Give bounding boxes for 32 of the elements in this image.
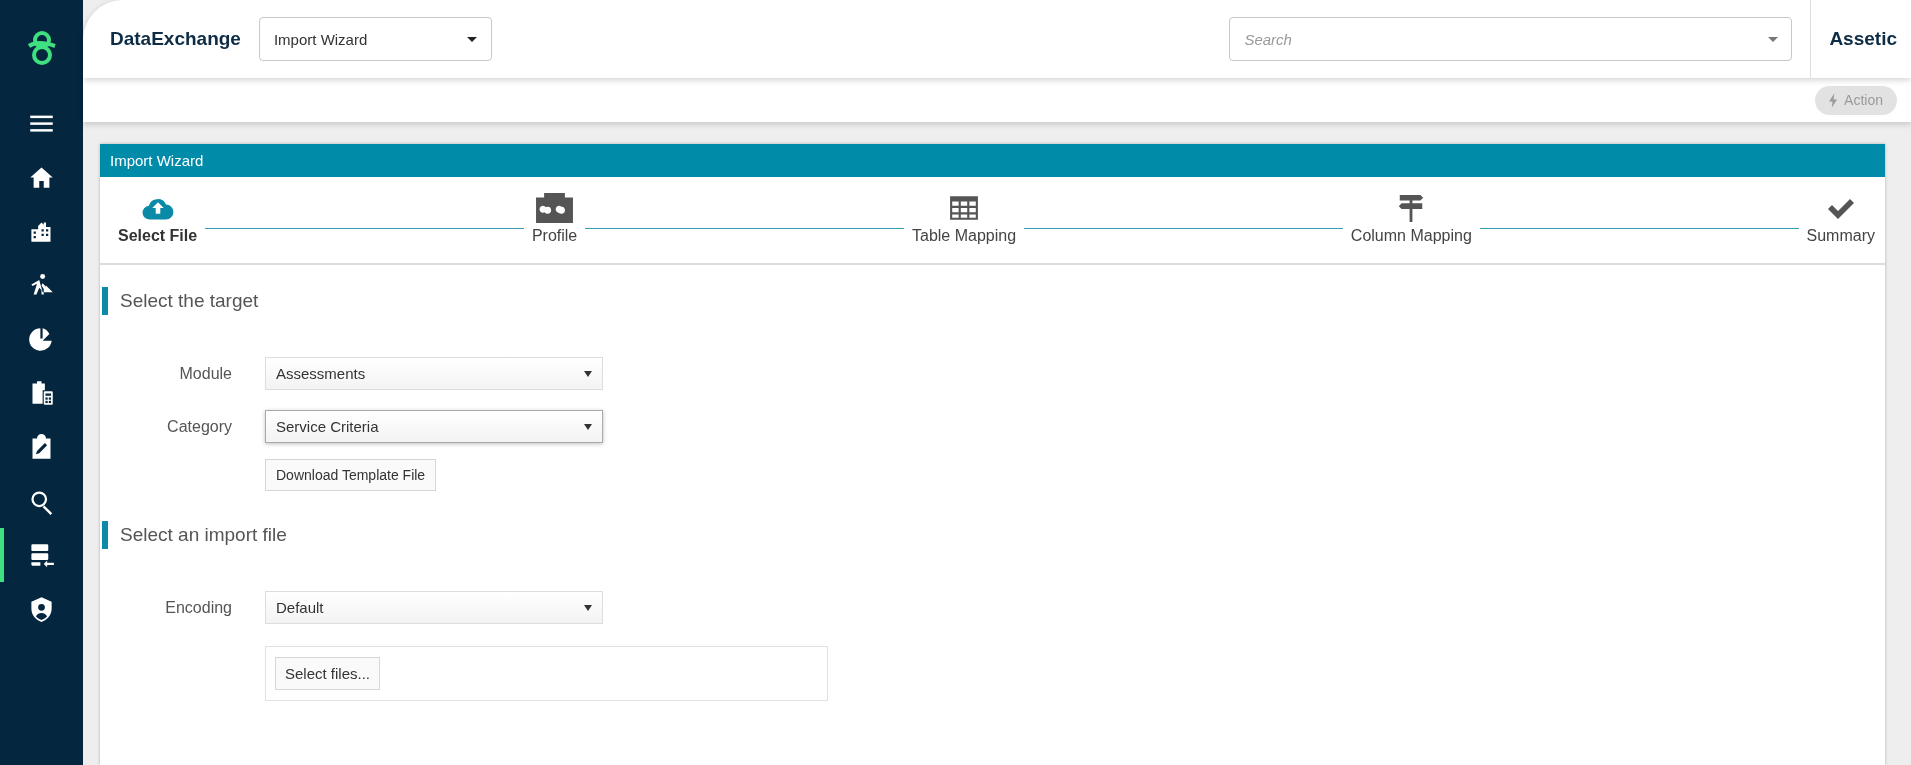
- cassette-icon: [536, 193, 574, 223]
- select-field[interactable]: Default: [265, 591, 603, 624]
- section-heading: Select the target: [102, 287, 1885, 315]
- lightning-icon: [1829, 92, 1839, 108]
- file-drop-zone[interactable]: Select files...: [265, 646, 828, 701]
- wizard-step[interactable]: Profile: [531, 193, 578, 245]
- app-title: DataExchange: [110, 28, 241, 50]
- wizard-step[interactable]: Table Mapping: [912, 193, 1017, 245]
- search-field[interactable]: Search: [1229, 17, 1793, 61]
- section-heading: Select an import file: [102, 521, 1885, 549]
- wizard-title: Import Wizard: [100, 144, 1885, 177]
- signpost-icon: [1397, 193, 1426, 223]
- caret-icon: [584, 604, 592, 611]
- caret-icon: [1768, 37, 1779, 42]
- field-label: Category: [166, 417, 232, 436]
- field-label: Module: [178, 364, 232, 383]
- user-shield-icon: [28, 595, 55, 623]
- wizard-step[interactable]: Select File: [118, 193, 198, 245]
- caret-icon: [584, 370, 592, 377]
- caret-icon: [466, 36, 477, 42]
- select-field[interactable]: Assessments: [265, 357, 603, 390]
- wizard-step[interactable]: Column Mapping: [1350, 193, 1472, 245]
- download-template-button[interactable]: Download Template File: [265, 459, 437, 491]
- page-select[interactable]: Import Wizard: [258, 17, 492, 61]
- field-label: Encoding: [164, 598, 232, 617]
- logo-icon: [25, 30, 58, 66]
- caret-icon: [584, 423, 592, 430]
- wizard-step[interactable]: Summary: [1806, 193, 1875, 245]
- table-icon: [949, 193, 980, 223]
- select-field[interactable]: Service Criteria: [265, 410, 603, 443]
- import-list-icon: [28, 541, 55, 569]
- select-files-button[interactable]: Select files...: [275, 657, 381, 690]
